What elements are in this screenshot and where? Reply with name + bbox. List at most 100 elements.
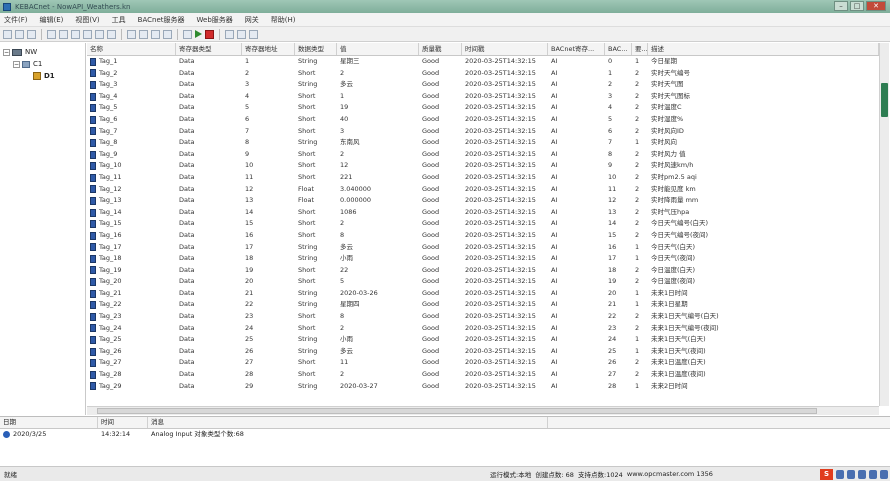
ime-icon[interactable]: S	[820, 469, 833, 480]
table-cell: 29	[245, 381, 254, 390]
tree-node-channel[interactable]: − C1	[0, 58, 85, 70]
delete-icon[interactable]	[163, 29, 172, 39]
table-cell: Short	[298, 103, 316, 112]
column-header[interactable]: 名称	[87, 43, 176, 55]
table-row[interactable]: Tag_20 Data 20 Short 5 Good 2020-03-25T14:32:1…	[87, 276, 879, 288]
paste-icon[interactable]	[107, 29, 116, 39]
table-cell: 1	[340, 91, 345, 100]
log-column-date[interactable]: 日期	[0, 417, 98, 428]
tag-icon	[90, 208, 96, 217]
undo-icon[interactable]	[151, 29, 160, 39]
settings-icon[interactable]	[225, 29, 234, 39]
tray-icon[interactable]	[847, 470, 855, 479]
table-cell: String	[298, 288, 318, 297]
tray-icon[interactable]	[880, 470, 888, 479]
add-device-icon[interactable]	[59, 29, 68, 39]
menu-web-server[interactable]: Web服务器	[197, 15, 233, 25]
table-row[interactable]: Tag_14 Data 14 Short 1086 Good 2020-03-25T14:3…	[87, 207, 879, 219]
table-row[interactable]: Tag_3 Data 3 String 多云 Good 2020-03-25T14:32:1…	[87, 79, 879, 91]
table-row[interactable]: Tag_22 Data 22 String 星期四 Good 2020-03-25T14:3…	[87, 299, 879, 311]
close-button[interactable]: ✕	[866, 1, 886, 11]
save-icon[interactable]	[27, 29, 36, 39]
tree-node-device[interactable]: D1	[0, 70, 85, 82]
table-row[interactable]: Tag_4 Data 4 Short 1 Good 2020-03-25T14:32:15 A…	[87, 91, 879, 103]
column-header[interactable]: 寄存器地址	[242, 43, 295, 55]
menu-help[interactable]: 帮助(H)	[271, 15, 296, 25]
collapse-icon[interactable]: −	[13, 60, 20, 68]
table-cell: AI	[551, 277, 558, 286]
table-row[interactable]: Tag_10 Data 10 Short 12 Good 2020-03-25T14:32:…	[87, 160, 879, 172]
table-row[interactable]: Tag_23 Data 23 Short 8 Good 2020-03-25T14:32:1…	[87, 311, 879, 323]
minimize-button[interactable]: –	[834, 1, 848, 11]
new-icon[interactable]	[3, 29, 12, 39]
menu-tools[interactable]: 工具	[112, 15, 126, 25]
table-row[interactable]: Tag_13 Data 13 Float 0.000000 Good 2020-03-25T…	[87, 195, 879, 207]
scroll-thumb[interactable]	[97, 408, 817, 414]
table-row[interactable]: Tag_18 Data 18 String 小雨 Good 2020-03-25T14:32…	[87, 253, 879, 265]
properties-icon[interactable]	[83, 29, 92, 39]
table-row[interactable]: Tag_1 Data 1 String 星期三 Good 2020-03-25T14:32:…	[87, 56, 879, 68]
stop-icon[interactable]	[205, 29, 214, 39]
run-icon[interactable]	[195, 30, 202, 38]
cut-icon[interactable]	[127, 29, 136, 39]
table-cell: 2	[245, 68, 250, 77]
column-header[interactable]: 数据类型	[295, 43, 337, 55]
open-icon[interactable]	[15, 29, 24, 39]
column-header[interactable]: 描述	[648, 43, 879, 55]
table-row[interactable]: Tag_28 Data 28 Short 2 Good 2020-03-25T14:32:1…	[87, 369, 879, 381]
log-column-message[interactable]: 消息	[148, 417, 548, 428]
table-row[interactable]: Tag_24 Data 24 Short 2 Good 2020-03-25T14:32:1…	[87, 323, 879, 335]
column-header[interactable]: 质量戳	[419, 43, 462, 55]
column-header[interactable]: BAC...	[605, 43, 632, 55]
table-row[interactable]: Tag_12 Data 12 Float 3.040000 Good 2020-03-25T…	[87, 184, 879, 196]
tree-node-root[interactable]: − NW	[0, 46, 85, 58]
table-row[interactable]: Tag_17 Data 17 String 多云 Good 2020-03-25T14:32…	[87, 242, 879, 254]
table-cell: 未来1日天气编号(白天)	[651, 312, 719, 321]
duplicate-icon[interactable]	[139, 29, 148, 39]
menu-edit[interactable]: 编辑(E)	[40, 15, 64, 25]
table-row[interactable]: Tag_27 Data 27 Short 11 Good 2020-03-25T14:32:…	[87, 357, 879, 369]
tray-icon[interactable]	[836, 470, 844, 479]
column-header[interactable]: 寄存器类型	[176, 43, 242, 55]
table-cell: 20	[245, 277, 254, 286]
menu-view[interactable]: 视图(V)	[75, 15, 99, 25]
tray-icon[interactable]	[858, 470, 866, 479]
monitor-icon[interactable]	[183, 29, 192, 39]
maximize-button[interactable]: □	[850, 1, 864, 11]
table-row[interactable]: Tag_29 Data 29 String 2020-03-27 Good 2020-03-…	[87, 381, 879, 393]
vertical-scrollbar[interactable]	[879, 43, 889, 406]
add-channel-icon[interactable]	[47, 29, 56, 39]
table-row[interactable]: Tag_9 Data 9 Short 2 Good 2020-03-25T14:32:15 A…	[87, 149, 879, 161]
menu-bacnet-server[interactable]: BACnet服务器	[138, 15, 185, 25]
column-header[interactable]: 值	[337, 43, 419, 55]
table-cell: 1	[635, 288, 640, 297]
table-row[interactable]: Tag_5 Data 5 Short 19 Good 2020-03-25T14:32:15…	[87, 102, 879, 114]
menu-gateway[interactable]: 网关	[245, 15, 259, 25]
copy-icon[interactable]	[95, 29, 104, 39]
table-row[interactable]: Tag_15 Data 15 Short 2 Good 2020-03-25T14:32:1…	[87, 218, 879, 230]
export-icon[interactable]	[237, 29, 246, 39]
filter-icon[interactable]	[249, 29, 258, 39]
table-row[interactable]: Tag_19 Data 19 Short 22 Good 2020-03-25T14:32:…	[87, 265, 879, 277]
column-header[interactable]: 要...	[632, 43, 648, 55]
add-tag-icon[interactable]	[71, 29, 80, 39]
scroll-thumb[interactable]	[881, 83, 888, 117]
column-header[interactable]: 时间戳	[462, 43, 548, 55]
table-row[interactable]: Tag_6 Data 6 Short 40 Good 2020-03-25T14:32:15…	[87, 114, 879, 126]
table-row[interactable]: Tag_11 Data 11 Short 221 Good 2020-03-25T14:32…	[87, 172, 879, 184]
menu-file[interactable]: 文件(F)	[4, 15, 28, 25]
table-row[interactable]: Tag_16 Data 16 Short 8 Good 2020-03-25T14:32:1…	[87, 230, 879, 242]
column-header[interactable]: BACnet寄存...	[548, 43, 605, 55]
collapse-icon[interactable]: −	[3, 48, 10, 56]
table-row[interactable]: Tag_21 Data 21 String 2020-03-26 Good 2020-03-…	[87, 288, 879, 300]
log-row[interactable]: 2020/3/25 14:32:14 Analog Input 对象类型个数:6…	[0, 429, 890, 440]
status-create-count: 创建点数: 68	[535, 471, 574, 479]
horizontal-scrollbar[interactable]	[87, 406, 879, 415]
table-row[interactable]: Tag_8 Data 8 String 东南风 Good 2020-03-25T14:32:…	[87, 137, 879, 149]
tray-icon[interactable]	[869, 470, 877, 479]
table-row[interactable]: Tag_2 Data 2 Short 2 Good 2020-03-25T14:32:15 A…	[87, 68, 879, 80]
table-row[interactable]: Tag_26 Data 26 String 多云 Good 2020-03-25T14:32…	[87, 346, 879, 358]
log-column-time[interactable]: 时间	[98, 417, 148, 428]
table-row[interactable]: Tag_7 Data 7 Short 3 Good 2020-03-25T14:32:15 A…	[87, 126, 879, 138]
table-row[interactable]: Tag_25 Data 25 String 小雨 Good 2020-03-25T14:32…	[87, 334, 879, 346]
